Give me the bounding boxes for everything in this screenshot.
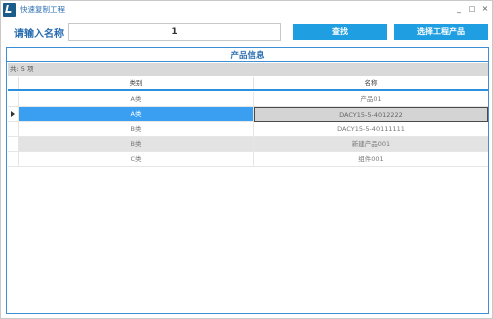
column-header-name[interactable]: 名称 <box>254 77 488 89</box>
row-indicator[interactable] <box>8 107 19 122</box>
cell-name[interactable]: 新建产品001 <box>254 137 488 152</box>
close-icon[interactable]: × <box>480 4 490 14</box>
item-count: 共: 5 项 <box>8 63 488 76</box>
cell-type[interactable]: C类 <box>19 152 254 167</box>
row-indicator[interactable] <box>8 122 19 137</box>
header-underline <box>8 89 488 91</box>
table-row[interactable]: B类 DACY15-5-40111111 <box>8 122 488 137</box>
table-row[interactable]: B类 新建产品001 <box>8 137 488 152</box>
cell-name[interactable]: DACY15-5-40111111 <box>254 122 488 137</box>
cell-name[interactable]: DACY15-5-4012222 <box>254 107 488 122</box>
table-row[interactable]: A类 产品01 <box>8 92 488 107</box>
panel-divider <box>7 61 488 62</box>
column-header-type[interactable]: 类别 <box>19 77 254 89</box>
cell-type[interactable]: B类 <box>19 137 254 152</box>
title-bar[interactable]: 快速复制工程 _ □ × <box>1 1 492 19</box>
search-input[interactable] <box>68 23 281 41</box>
product-info-panel: 产品信息 共: 5 项 类别 名称 A类 产品01 A类 DACY15-5-40… <box>6 47 489 314</box>
row-indicator[interactable] <box>8 137 19 152</box>
main-window: 快速复制工程 _ □ × 请输入名称 查找 选择工程产品 产品信息 共: 5 项… <box>0 0 493 319</box>
find-button[interactable]: 查找 <box>293 24 387 40</box>
cell-type[interactable]: A类 <box>19 92 254 107</box>
select-product-button[interactable]: 选择工程产品 <box>394 24 488 40</box>
app-logo-icon <box>3 3 16 17</box>
panel-title: 产品信息 <box>230 51 265 61</box>
cell-name[interactable]: 产品01 <box>254 92 488 107</box>
cell-type[interactable]: B类 <box>19 122 254 137</box>
table-row[interactable]: C类 组件001 <box>8 152 488 167</box>
row-indicator[interactable] <box>8 152 19 167</box>
window-title: 快速复制工程 <box>20 5 65 14</box>
cell-type[interactable]: A类 <box>19 107 254 122</box>
search-label: 请输入名称 <box>14 29 64 40</box>
row-indicator[interactable] <box>8 92 19 107</box>
table-row-selected[interactable]: A类 DACY15-5-4012222 <box>8 107 488 122</box>
minimize-icon[interactable]: _ <box>454 4 464 14</box>
cell-name[interactable]: 组件001 <box>254 152 488 167</box>
current-row-arrow-icon <box>11 111 15 117</box>
row-header-corner <box>8 77 19 89</box>
maximize-icon[interactable]: □ <box>467 4 477 14</box>
